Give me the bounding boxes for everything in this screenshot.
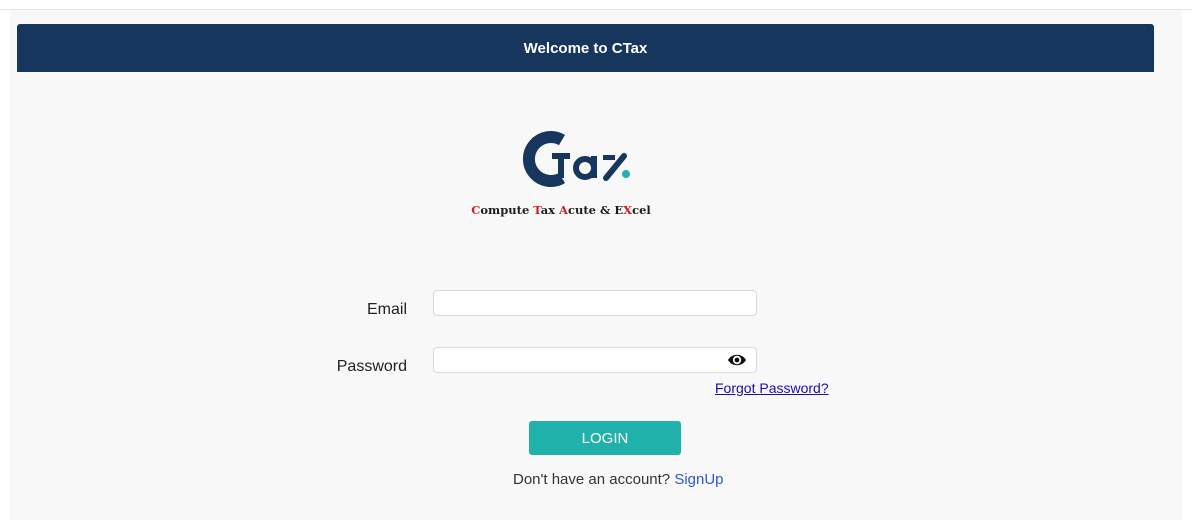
welcome-title: Welcome to CTax (523, 39, 648, 57)
welcome-header: Welcome to CTax (17, 24, 1154, 72)
email-field[interactable] (433, 290, 757, 316)
forgot-password-link[interactable]: Forgot Password? (715, 380, 829, 396)
eye-icon[interactable] (727, 352, 747, 368)
signup-prompt: Don't have an account? (513, 471, 671, 488)
signup-link[interactable]: SignUp (674, 471, 723, 488)
password-field[interactable] (433, 347, 757, 373)
tagline-part-3: T (533, 203, 541, 217)
tagline-part-7: X (623, 203, 633, 217)
top-strip (0, 0, 1192, 10)
login-button[interactable]: LOGIN (529, 421, 681, 455)
tagline-part-5: A (559, 203, 568, 217)
logo-tagline: Compute Tax Acute & EXcel (461, 203, 661, 217)
tagline-part-4: ax (540, 203, 560, 217)
tagline-part-6: cute & E (567, 203, 624, 217)
tagline-part-2: ompute (480, 203, 534, 217)
password-label: Password (336, 358, 407, 375)
email-label: Email (366, 301, 407, 318)
signup-row: Don't have an account? SignUp (513, 471, 724, 488)
tagline-part-8: cel (632, 203, 651, 217)
